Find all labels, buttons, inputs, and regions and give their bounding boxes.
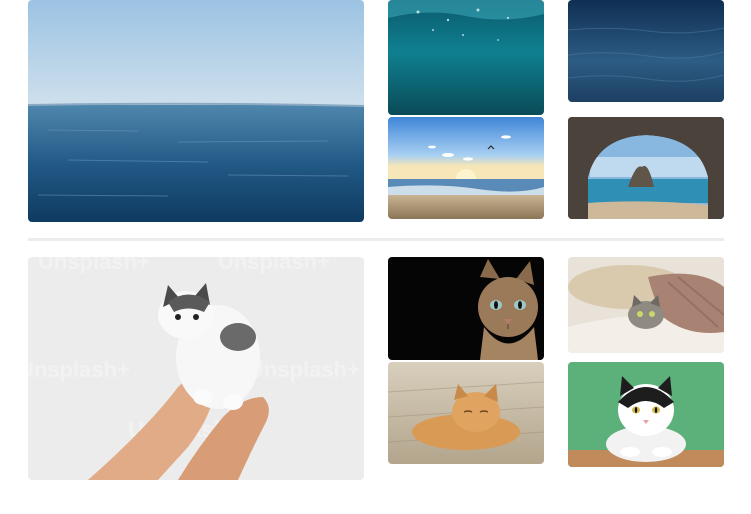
kitten-hands-image: Unsplash+ Unsplash+ Unsplash+ Unsplash+ …	[28, 257, 364, 480]
watermark-4: Unsplash+	[248, 357, 360, 382]
photo-calm-sea[interactable]	[28, 0, 364, 222]
watermark-3: Unsplash+	[28, 357, 130, 382]
tabby-cat-image	[388, 257, 544, 360]
cat-blanket-image	[568, 257, 724, 353]
photo-cat-blanket[interactable]	[568, 257, 724, 353]
orange-cat-image	[388, 362, 544, 464]
photo-kitten-hands[interactable]: Unsplash+ Unsplash+ Unsplash+ Unsplash+ …	[28, 257, 364, 480]
underwater-image	[388, 0, 544, 115]
sea-cave-image	[568, 117, 724, 219]
watermark-1: Unsplash+	[38, 257, 150, 274]
dark-sea-image	[568, 0, 724, 102]
photo-beach-sunset[interactable]	[388, 117, 544, 219]
photo-tabby-cat[interactable]	[388, 257, 544, 360]
section-divider	[28, 238, 724, 241]
photo-dark-sea[interactable]	[568, 0, 724, 102]
photo-orange-cat[interactable]	[388, 362, 544, 464]
photo-underwater[interactable]	[388, 0, 544, 115]
calm-sea-image	[28, 0, 364, 222]
photo-bw-cat[interactable]	[568, 362, 724, 467]
bw-cat-image	[568, 362, 724, 467]
beach-sunset-image	[388, 117, 544, 219]
watermark-2: Unsplash+	[218, 257, 330, 274]
photo-sea-cave[interactable]	[568, 117, 724, 219]
